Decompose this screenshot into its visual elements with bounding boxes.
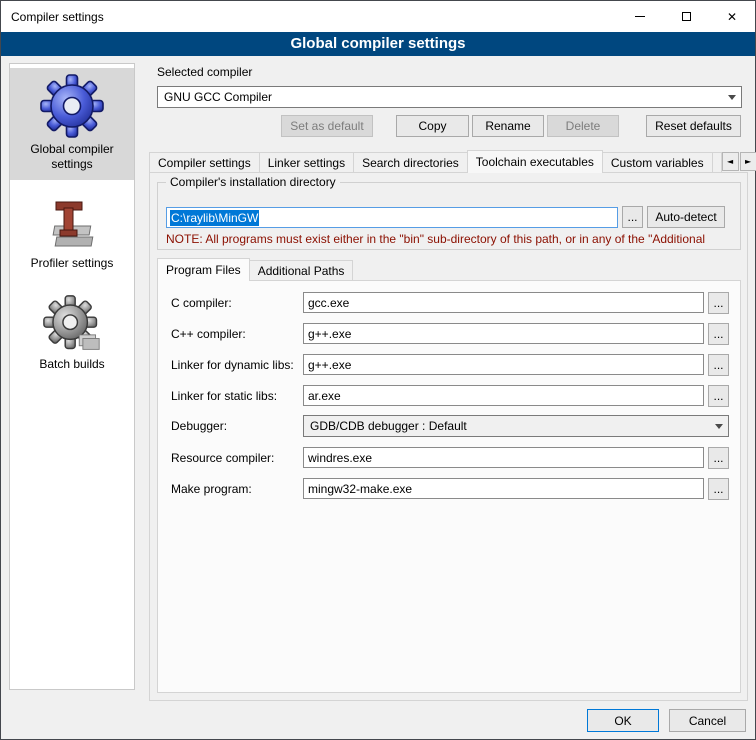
dialog-header: Global compiler settings (1, 32, 755, 56)
debugger-select-value: GDB/CDB debugger : Default (310, 419, 710, 433)
gray-gear-icon (43, 295, 101, 353)
chevron-down-icon (723, 87, 741, 107)
titlebar[interactable]: Compiler settings ✕ (1, 1, 755, 32)
field-label: C++ compiler: (171, 327, 246, 341)
compiler-settings-dialog: Compiler settings ✕ Global compiler sett… (0, 0, 756, 740)
cancel-button[interactable]: Cancel (669, 709, 746, 732)
field-row-resource-compiler: Resource compiler: ... (157, 447, 741, 470)
selected-compiler-label: Selected compiler (157, 65, 252, 79)
browse-button[interactable]: ... (708, 354, 729, 376)
linker-static-input[interactable] (303, 385, 704, 406)
field-label: Linker for dynamic libs: (171, 358, 294, 372)
installation-directory-group: Compiler's installation directory C:\ray… (157, 182, 741, 250)
browse-button[interactable]: ... (708, 447, 729, 469)
field-row-make-program: Make program: ... (157, 478, 741, 501)
make-program-input[interactable] (303, 478, 704, 499)
tab-search-directories[interactable]: Search directories (353, 152, 468, 172)
resource-compiler-input[interactable] (303, 447, 704, 468)
field-label: Linker for static libs: (171, 389, 277, 403)
tab-custom-variables[interactable]: Custom variables (602, 152, 713, 172)
tab-toolchain-executables[interactable]: Toolchain executables (467, 150, 603, 173)
rename-button[interactable]: Rename (472, 115, 544, 137)
sidebar-item-global-compiler-settings[interactable]: Global compiler settings (10, 68, 134, 180)
compiler-tabstrip: Compiler settings Linker settings Search… (149, 150, 749, 173)
close-button[interactable]: ✕ (709, 1, 755, 32)
browse-directory-button[interactable]: ... (622, 206, 643, 228)
sidebar-item-profiler-settings[interactable]: Profiler settings (10, 190, 134, 279)
cpp-compiler-input[interactable] (303, 323, 704, 344)
profiler-icon (44, 196, 100, 252)
sidebar-item-label: Global compiler settings (12, 142, 132, 172)
browse-button[interactable]: ... (708, 385, 729, 407)
compiler-select-value: GNU GCC Compiler (164, 90, 723, 104)
field-label: C compiler: (171, 296, 232, 310)
tab-build[interactable]: Build (712, 152, 722, 172)
tab-scroll-arrows: ◄ ► (721, 152, 756, 171)
field-label: Debugger: (171, 419, 227, 433)
minimize-icon (635, 16, 645, 17)
field-label: Make program: (171, 482, 252, 496)
field-row-debugger: Debugger: GDB/CDB debugger : Default (157, 415, 741, 438)
ok-button[interactable]: OK (587, 709, 659, 732)
browse-button[interactable]: ... (708, 292, 729, 314)
browse-button[interactable]: ... (708, 323, 729, 345)
delete-button[interactable]: Delete (547, 115, 619, 137)
sidebar-item-label: Profiler settings (12, 256, 132, 271)
blue-gear-icon (40, 74, 104, 138)
window-title: Compiler settings (1, 10, 104, 24)
note-text: NOTE: All programs must exist either in … (166, 232, 736, 246)
settings-sidebar: Global compiler settings Profiler settin… (9, 63, 135, 690)
auto-detect-button[interactable]: Auto-detect (647, 206, 725, 228)
copy-button[interactable]: Copy (396, 115, 469, 137)
minimize-button[interactable] (617, 1, 663, 32)
tab-additional-paths[interactable]: Additional Paths (249, 260, 354, 280)
debugger-select[interactable]: GDB/CDB debugger : Default (303, 415, 729, 437)
group-title: Compiler's installation directory (166, 175, 340, 189)
tab-scroll-right-icon[interactable]: ► (740, 152, 756, 171)
field-row-linker-dynamic: Linker for dynamic libs: ... (157, 354, 741, 377)
window-controls: ✕ (617, 1, 755, 32)
program-files-tabstrip: Program Files Additional Paths (157, 258, 352, 281)
set-as-default-button[interactable]: Set as default (281, 115, 373, 137)
field-row-c-compiler: C compiler: ... (157, 292, 741, 315)
field-row-cpp-compiler: C++ compiler: ... (157, 323, 741, 346)
c-compiler-input[interactable] (303, 292, 704, 313)
sidebar-item-batch-builds[interactable]: Batch builds (10, 289, 134, 380)
compiler-select[interactable]: GNU GCC Compiler (157, 86, 742, 108)
tab-scroll-left-icon[interactable]: ◄ (722, 152, 739, 171)
maximize-button[interactable] (663, 1, 709, 32)
maximize-icon (682, 12, 691, 21)
chevron-down-icon (710, 416, 728, 436)
linker-dynamic-input[interactable] (303, 354, 704, 375)
browse-button[interactable]: ... (708, 478, 729, 500)
tab-linker-settings[interactable]: Linker settings (259, 152, 354, 172)
tab-program-files[interactable]: Program Files (157, 258, 250, 281)
installation-directory-input[interactable]: C:\raylib\MinGW (166, 207, 618, 228)
tab-compiler-settings[interactable]: Compiler settings (149, 152, 260, 172)
field-row-linker-static: Linker for static libs: ... (157, 385, 741, 408)
field-label: Resource compiler: (171, 451, 274, 465)
sidebar-item-label: Batch builds (12, 357, 132, 372)
installation-directory-value: C:\raylib\MinGW (170, 210, 259, 226)
close-icon: ✕ (727, 11, 737, 23)
reset-defaults-button[interactable]: Reset defaults (646, 115, 741, 137)
